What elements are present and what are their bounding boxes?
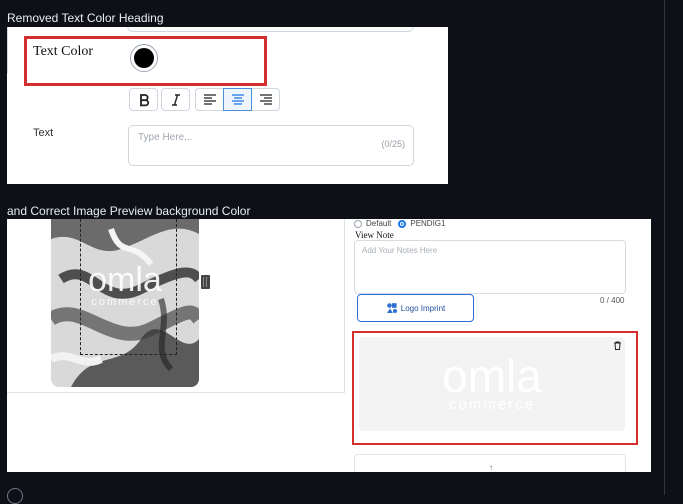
- notes-counter: 0 / 400: [600, 296, 625, 305]
- variant-radio-row: Default PENDIG1: [354, 219, 445, 228]
- text-color-label: Text Color: [33, 44, 94, 59]
- preview-watermark: omla commerce: [442, 350, 542, 413]
- color-swatch: [134, 48, 154, 68]
- format-toolbar: [129, 88, 280, 111]
- delete-preview-button[interactable]: [613, 337, 622, 355]
- preview-logo-text: omla: [442, 350, 542, 402]
- align-left-icon: [203, 93, 216, 105]
- bold-button[interactable]: [129, 88, 158, 111]
- align-center-button[interactable]: [223, 88, 252, 111]
- logo-imprint-label: Logo Imprint: [400, 303, 446, 313]
- italic-button[interactable]: [161, 88, 190, 111]
- status-circle-icon: [7, 488, 23, 504]
- upper-field-edge: [127, 27, 414, 32]
- radio-default[interactable]: [354, 219, 362, 228]
- align-right-icon: [259, 93, 272, 105]
- radio-pendig1-label: PENDIG1: [410, 219, 446, 228]
- marble-product-image: omla commerce: [51, 219, 199, 387]
- preview-logo-sub: commerce: [449, 396, 535, 413]
- radio-pendig1[interactable]: [398, 219, 407, 228]
- text-placeholder: Type Here...: [138, 132, 193, 143]
- image-preview-panel: omla commerce Default PENDIG1 View Note …: [7, 219, 651, 472]
- imprint-area-outline[interactable]: [80, 219, 177, 355]
- notes-textarea[interactable]: Add Your Notes Here: [354, 240, 626, 294]
- italic-icon: [171, 93, 180, 106]
- align-center-icon: [231, 93, 244, 105]
- text-input[interactable]: Type Here... (0/25): [128, 125, 414, 166]
- trash-icon: [614, 341, 621, 350]
- logo-imprint-button[interactable]: Logo Imprint: [357, 294, 474, 322]
- resize-handle[interactable]: [201, 275, 210, 289]
- upload-card[interactable]: ↑: [354, 454, 626, 472]
- caption-preview-bg: and Correct Image Preview background Col…: [7, 204, 251, 218]
- view-note-label: View Note: [355, 230, 394, 240]
- radio-default-label: Default: [366, 219, 392, 228]
- align-right-button[interactable]: [251, 88, 280, 111]
- align-left-button[interactable]: [195, 88, 224, 111]
- text-label: Text: [33, 127, 54, 139]
- scrollbar-divider: [664, 0, 665, 495]
- text-color-panel: Text Color Text Type Here... (0/25): [7, 27, 448, 184]
- upload-arrow-icon: ↑: [489, 463, 493, 472]
- left-divider: [7, 27, 8, 73]
- bold-icon: [139, 93, 149, 106]
- product-image-card: omla commerce: [7, 219, 345, 393]
- caption-removed-heading: Removed Text Color Heading: [7, 11, 164, 25]
- text-color-picker[interactable]: [130, 44, 158, 72]
- notes-placeholder: Add Your Notes Here: [362, 246, 438, 255]
- text-counter: (0/25): [381, 139, 405, 149]
- logo-preview-area: omla commerce: [359, 337, 625, 431]
- logo-imprint-icon: [386, 303, 397, 313]
